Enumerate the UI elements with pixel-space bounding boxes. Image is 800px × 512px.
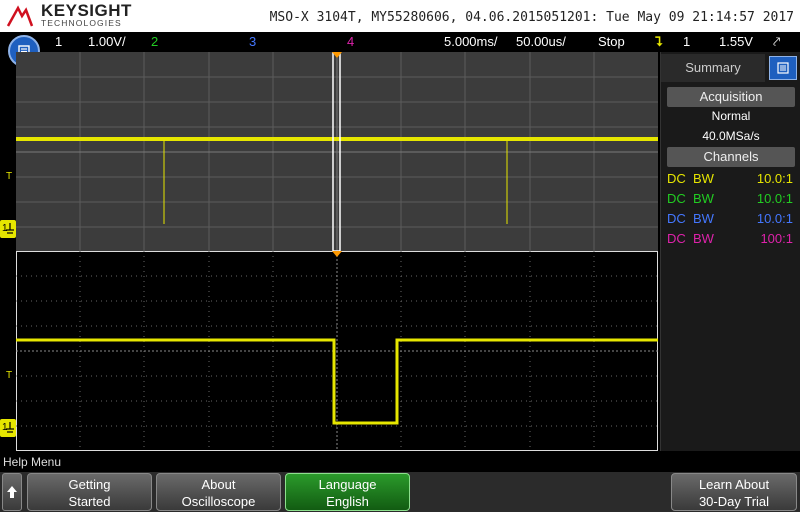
channel-row-1: DC BW 10.0:1	[667, 169, 795, 189]
softkey-line1: Learn About	[698, 477, 770, 492]
ch4-number[interactable]: 4	[347, 34, 354, 49]
learn-about-trial-button[interactable]: Learn About 30-Day Trial	[671, 473, 797, 511]
channel-probe-ratio: 10.0:1	[756, 171, 793, 186]
sample-rate: 40.0MSa/s	[702, 129, 760, 143]
zoomed-trigger-position-marker	[332, 251, 342, 257]
channel-bw-limit: BW	[693, 191, 714, 206]
channel-coupling: DC	[667, 211, 686, 226]
overview-center-axes	[16, 52, 658, 251]
softkey-line2: Started	[68, 494, 111, 509]
status-bar: 1 1.00V/ 2 3 4 5.000ms/ 50.00us/ Stop ⮧ …	[0, 32, 800, 52]
run-state[interactable]: Stop	[598, 34, 625, 49]
summary-menu-button[interactable]	[769, 56, 797, 80]
header-bar: KEYSIGHT TECHNOLOGIES MSO-X 3104T, MY552…	[0, 0, 800, 32]
channel-probe-ratio: 100:1	[760, 231, 793, 246]
channels-heading: Channels	[667, 147, 795, 167]
channel-coupling: DC	[667, 191, 686, 206]
zoom-timebase[interactable]: 50.00us/	[516, 34, 566, 49]
zoomed-trigger-level-marker: T	[6, 370, 13, 381]
softkey-line2: English	[326, 494, 369, 509]
svg-text:1: 1	[2, 422, 8, 433]
ch1-number[interactable]: 1	[55, 34, 62, 49]
language-button[interactable]: Language English	[285, 473, 410, 511]
keysight-logo-icon	[6, 5, 34, 27]
channel-probe-ratio: 10.0:1	[756, 211, 793, 226]
softkey-bar: Getting Started About Oscilloscope Langu…	[0, 472, 800, 512]
zoomed-center-axes	[16, 251, 658, 451]
summary-icon	[777, 62, 789, 74]
overview-waveform-panel[interactable]	[16, 52, 658, 251]
channel-bw-limit: BW	[693, 171, 714, 186]
acquisition-heading: Acquisition	[667, 87, 795, 107]
up-arrow-icon	[7, 486, 17, 498]
summary-tab[interactable]: Summary	[661, 54, 765, 82]
getting-started-button[interactable]: Getting Started	[27, 473, 152, 511]
menu-up-button[interactable]	[2, 473, 22, 511]
softkey-line1: Language	[318, 477, 377, 492]
summary-sidebar: Summary Acquisition Normal 40.0MSa/s Cha…	[660, 52, 800, 451]
ground-icon: 1	[2, 422, 14, 433]
channel-coupling: DC	[667, 231, 686, 246]
channel-bw-limit: BW	[693, 211, 714, 226]
trigger-channel[interactable]: 1	[683, 34, 690, 49]
ground-icon: 1	[2, 223, 14, 234]
ch3-number[interactable]: 3	[249, 34, 256, 49]
zoomed-waveform-panel[interactable]	[16, 251, 658, 451]
help-menu-bar: Help Menu	[0, 452, 800, 472]
acquire-mode-icon: ⤤	[773, 34, 781, 49]
about-oscilloscope-button[interactable]: About Oscilloscope	[156, 473, 281, 511]
ch1-scale[interactable]: 1.00V/	[88, 34, 126, 49]
acquisition-mode: Normal	[711, 109, 751, 123]
trigger-level[interactable]: 1.55V	[719, 34, 753, 49]
overview-trigger-level-marker: T	[6, 171, 13, 182]
softkey-line1: About	[201, 477, 236, 492]
zoomed-ch1-ground-marker[interactable]: 1	[0, 419, 16, 437]
softkey-line2: 30-Day Trial	[698, 494, 770, 509]
overview-ch1-ground-marker[interactable]: 1	[0, 220, 16, 238]
ch2-number[interactable]: 2	[151, 34, 158, 49]
timebase[interactable]: 5.000ms/	[444, 34, 497, 49]
brand-subtitle: TECHNOLOGIES	[41, 18, 122, 28]
channel-bw-limit: BW	[693, 231, 714, 246]
channel-row-3: DC BW 10.0:1	[667, 209, 795, 229]
softkey-line2: Oscilloscope	[181, 494, 256, 509]
channel-row-2: DC BW 10.0:1	[667, 189, 795, 209]
channel-row-4: DC BW 100:1	[667, 229, 795, 249]
channel-probe-ratio: 10.0:1	[756, 191, 793, 206]
channel-coupling: DC	[667, 171, 686, 186]
svg-text:1: 1	[2, 223, 8, 234]
softkey-line1: Getting	[68, 477, 111, 492]
help-menu-label: Help Menu	[3, 455, 62, 469]
instrument-info: MSO-X 3104T, MY55280606, 04.06.201505120…	[269, 10, 794, 25]
trigger-icon: ⮧	[655, 34, 663, 49]
